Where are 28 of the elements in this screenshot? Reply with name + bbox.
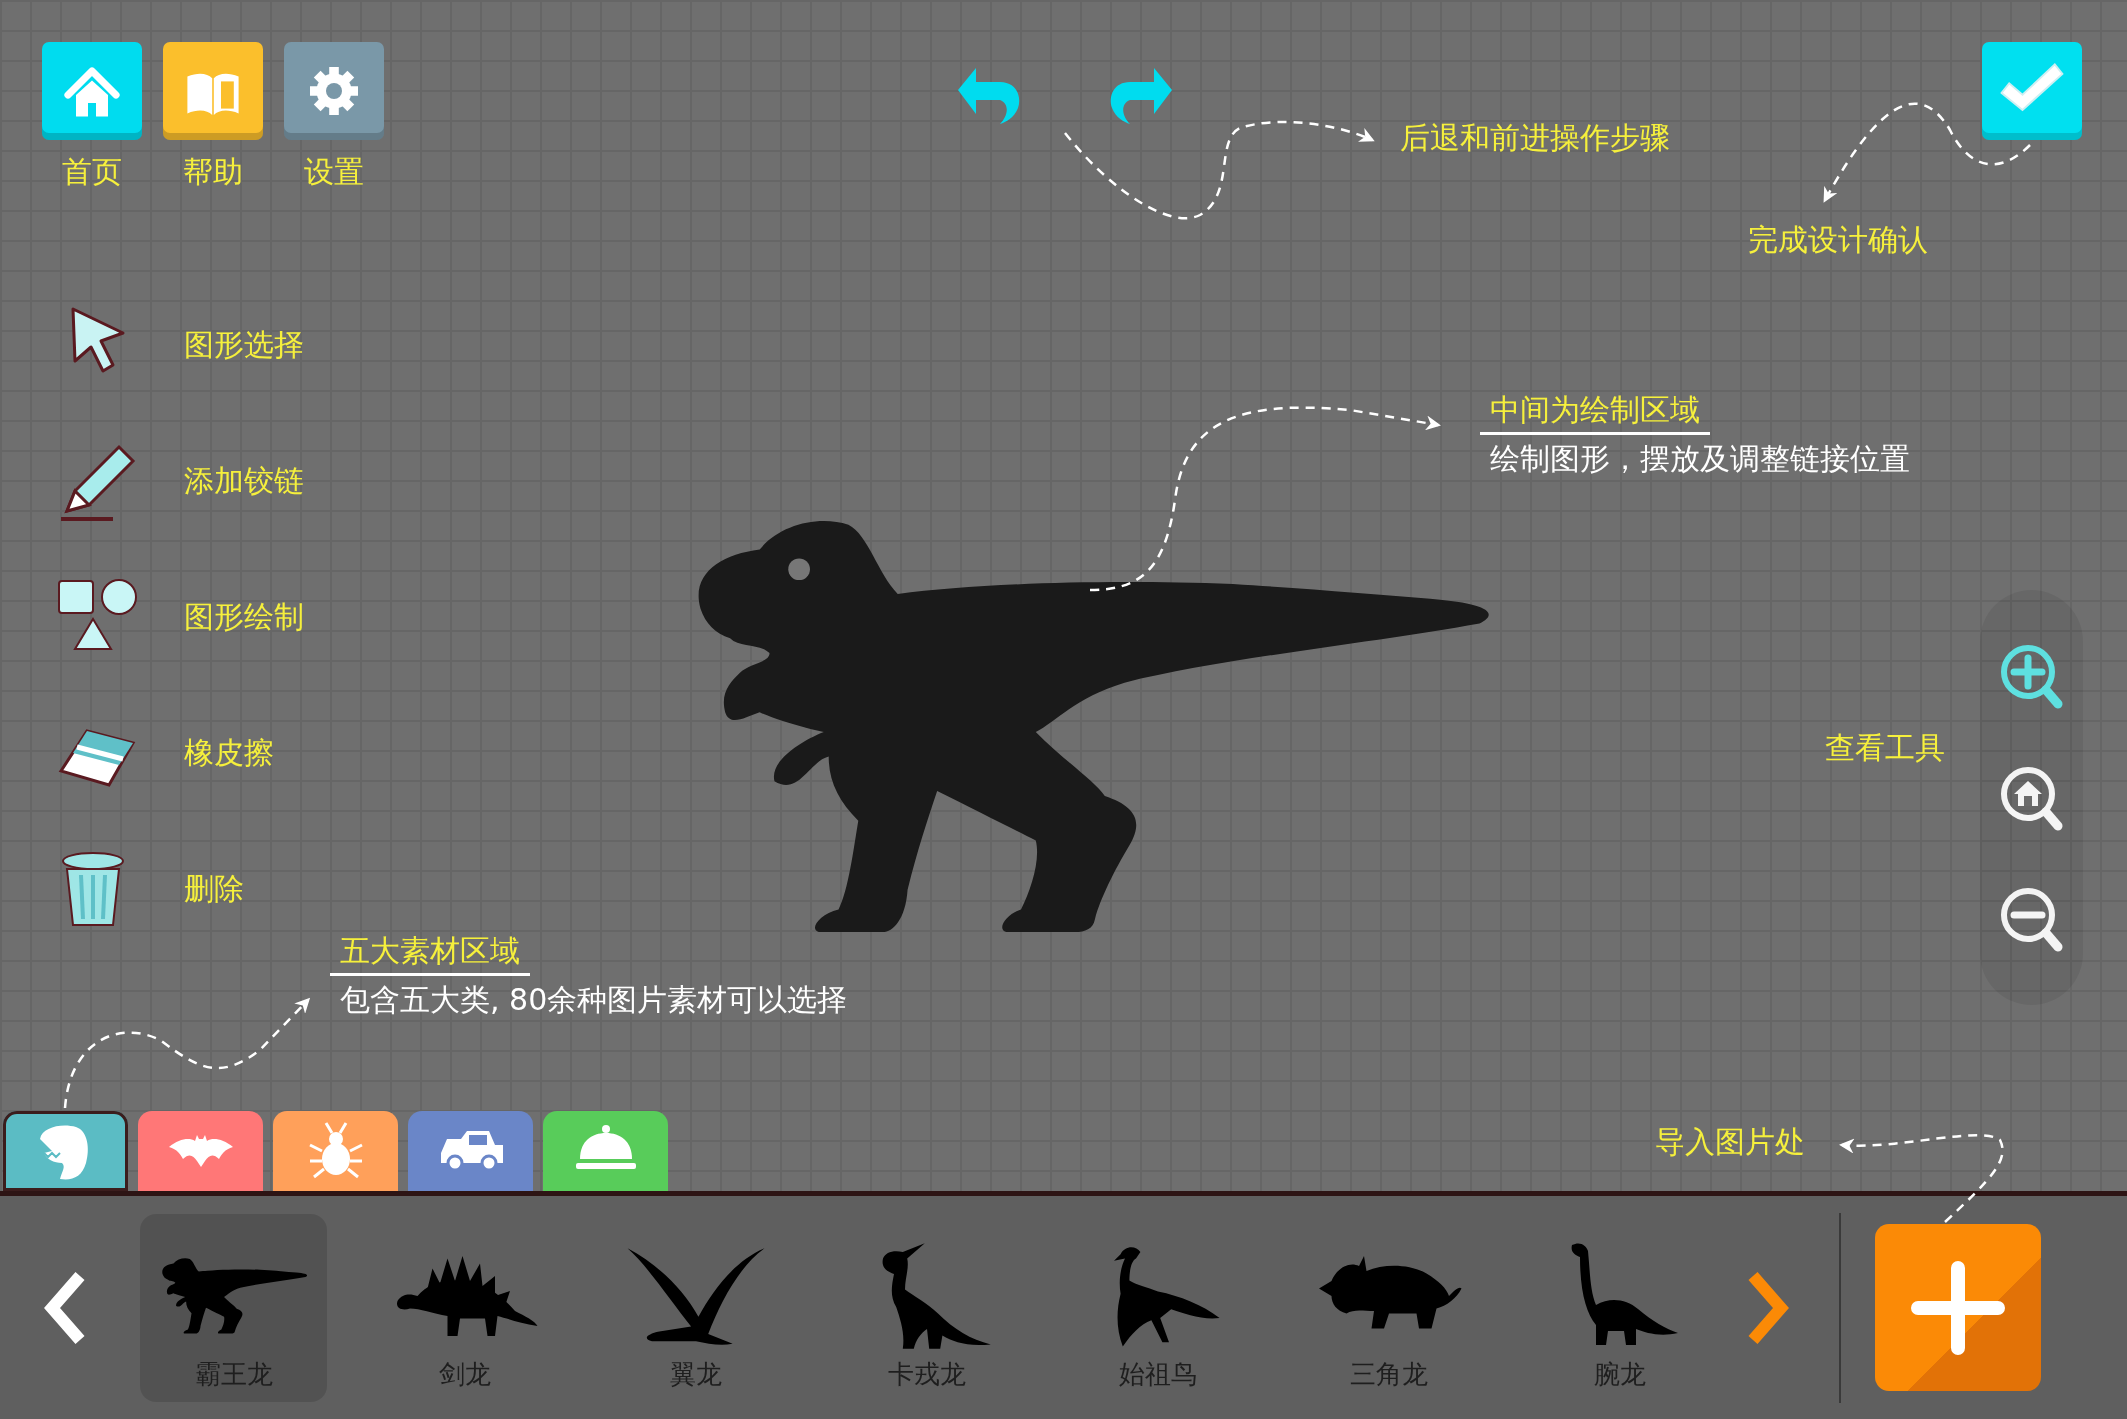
annotation-title: 中间为绘制区域 <box>1490 392 1700 428</box>
tool-label: 图形绘制 <box>184 599 304 635</box>
asset-item[interactable]: 卡戎龙 <box>833 1213 1020 1402</box>
annotation-text: 绘制图形，摆放及调整链接位置 <box>1490 441 1910 477</box>
annotation-text: 包含五大类, 80余种图片素材可以选择 <box>340 982 848 1018</box>
help-button[interactable] <box>163 42 263 140</box>
settings-button[interactable] <box>284 42 384 140</box>
tool-label: 图形选择 <box>184 327 304 363</box>
button-label: 设置 <box>304 154 364 190</box>
button-label: 首页 <box>62 154 122 190</box>
category-tab[interactable] <box>3 1111 128 1191</box>
tool-label: 橡皮擦 <box>184 735 274 771</box>
annotation-title: 五大素材区域 <box>340 933 520 969</box>
asset-item[interactable]: 三角龙 <box>1295 1213 1482 1402</box>
home-button[interactable] <box>42 42 142 140</box>
button-label: 帮助 <box>183 154 243 190</box>
asset-item[interactable]: 始祖鸟 <box>1064 1213 1251 1402</box>
annotation-title: 导入图片处 <box>1655 1124 1805 1160</box>
annotation-title: 完成设计确认 <box>1748 222 1928 258</box>
confirm-button[interactable] <box>1982 42 2082 140</box>
annotation-title: 查看工具 <box>1825 730 1945 766</box>
asset-item[interactable]: 剑龙 <box>371 1213 558 1402</box>
tool-label: 添加铰链 <box>184 463 304 499</box>
asset-item[interactable]: 腕龙 <box>1526 1213 1713 1402</box>
asset-item[interactable]: 翼龙 <box>602 1213 789 1402</box>
tool-label: 删除 <box>184 871 244 907</box>
annotation-title: 后退和前进操作步骤 <box>1400 120 1670 156</box>
import-image-button[interactable] <box>1875 1224 2041 1391</box>
